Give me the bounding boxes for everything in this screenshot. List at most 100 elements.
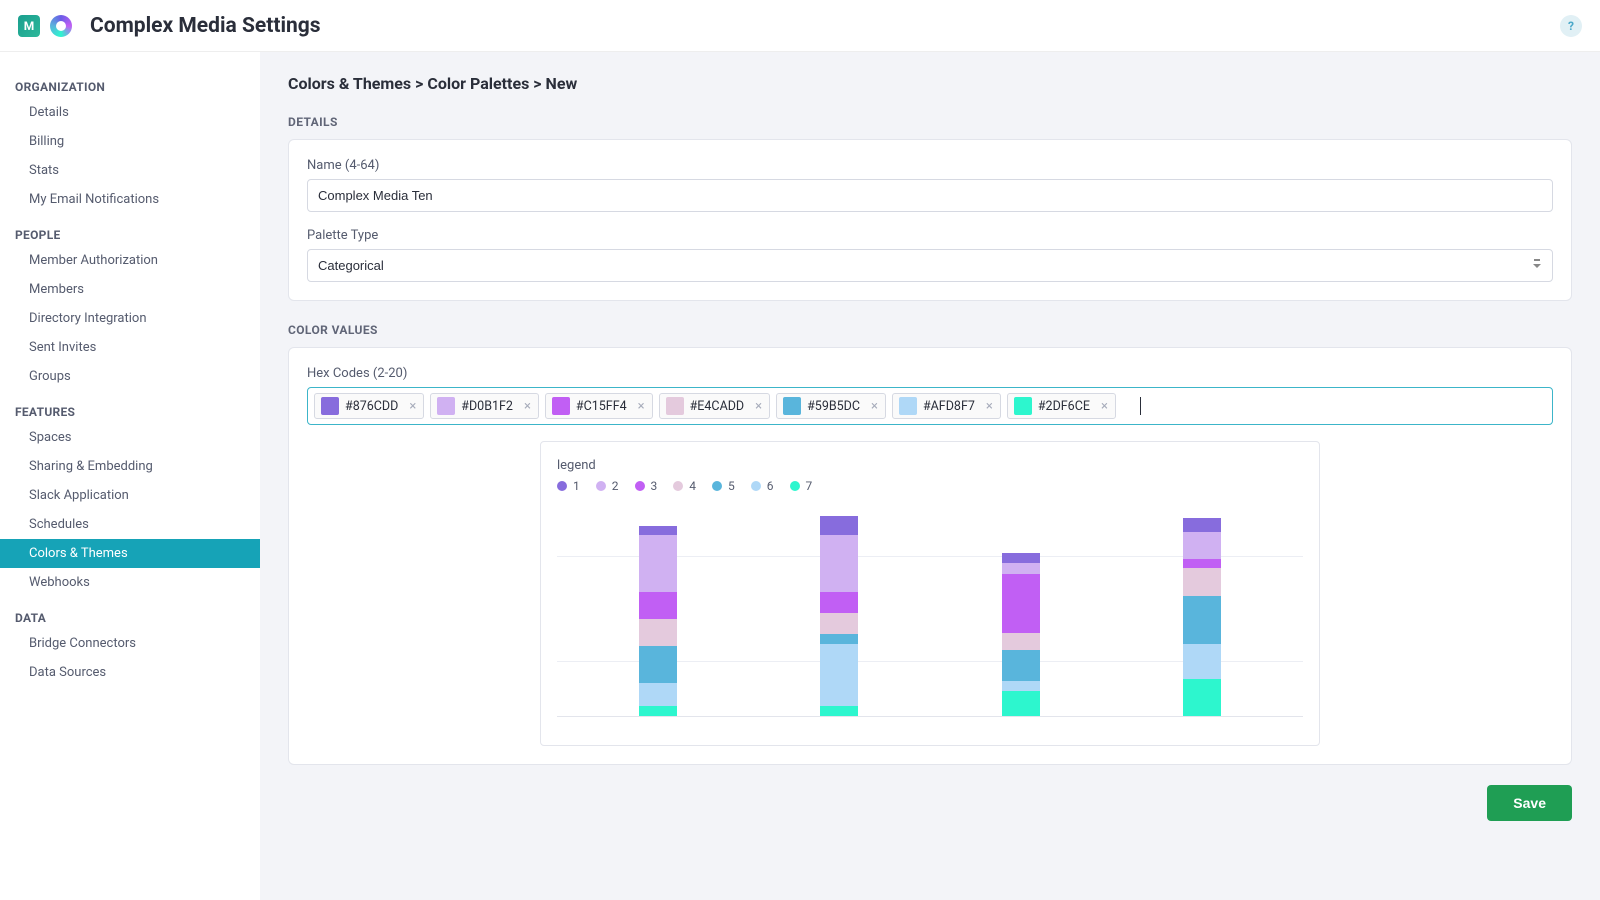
sidebar-item-slack-application[interactable]: Slack Application — [0, 481, 260, 510]
legend-item: 1 — [557, 479, 580, 493]
sidebar-heading-data: DATA — [0, 603, 260, 629]
hex-chip: #59B5DC× — [776, 393, 886, 419]
remove-chip-icon[interactable]: × — [631, 399, 652, 414]
details-card: Name (4-64) Palette Type — [288, 139, 1572, 301]
sidebar-item-member-authorization[interactable]: Member Authorization — [0, 246, 260, 275]
sidebar-item-colors-themes[interactable]: Colors & Themes — [0, 539, 260, 568]
breadcrumb-part-3: New — [546, 74, 578, 93]
chart-bar-segment — [1002, 650, 1040, 681]
swatch-icon — [321, 397, 339, 415]
legend-label: 6 — [767, 479, 774, 493]
sidebar-item-members[interactable]: Members — [0, 275, 260, 304]
legend-dot-icon — [635, 481, 645, 491]
hex-chip-label: #C15FF4 — [576, 399, 631, 414]
legend-item: 3 — [635, 479, 658, 493]
chart-bar-segment — [639, 706, 677, 716]
legend-dot-icon — [790, 481, 800, 491]
palette-type-select[interactable] — [307, 249, 1553, 282]
swatch-icon — [1014, 397, 1032, 415]
save-button[interactable]: Save — [1487, 785, 1572, 821]
chart-bar-segment — [820, 535, 858, 591]
sidebar-item-directory-integration[interactable]: Directory Integration — [0, 304, 260, 333]
breadcrumb-part-1[interactable]: Colors & Themes — [288, 74, 411, 93]
app-header: Complex Media Settings ? — [0, 0, 1600, 52]
swatch-icon — [437, 397, 455, 415]
legend-label: 5 — [728, 479, 735, 493]
sidebar-item-groups[interactable]: Groups — [0, 362, 260, 391]
chart-bars — [557, 507, 1303, 717]
chart-bar-segment — [1002, 633, 1040, 650]
chart-bar-segment — [1183, 518, 1221, 532]
swatch-icon — [552, 397, 570, 415]
hex-codes-label: Hex Codes (2-20) — [307, 366, 1553, 381]
sidebar-item-details[interactable]: Details — [0, 98, 260, 127]
hex-chip-label: #59B5DC — [807, 399, 864, 414]
chart-bar-segment — [639, 592, 677, 619]
legend-dot-icon — [712, 481, 722, 491]
legend-item: 4 — [673, 479, 696, 493]
chart-bar-segment — [820, 613, 858, 634]
chart-bar-segment — [639, 535, 677, 591]
hex-chip: #E4CADD× — [659, 393, 770, 419]
legend: 1 2 3 4 5 6 7 — [557, 479, 1303, 493]
sidebar-item-schedules[interactable]: Schedules — [0, 510, 260, 539]
sidebar: ORGANIZATION Details Billing Stats My Em… — [0, 52, 260, 900]
color-values-card: Hex Codes (2-20) #876CDD×#D0B1F2×#C15FF4… — [288, 347, 1572, 765]
app-logo-m-icon — [18, 15, 40, 37]
sidebar-item-email-notifications[interactable]: My Email Notifications — [0, 185, 260, 214]
page-title: Complex Media Settings — [90, 14, 321, 38]
chart-bar-segment — [1002, 681, 1040, 691]
help-icon[interactable]: ? — [1560, 15, 1582, 37]
remove-chip-icon[interactable]: × — [748, 399, 769, 414]
legend-title: legend — [557, 458, 1303, 473]
legend-label: 2 — [612, 479, 619, 493]
swatch-icon — [666, 397, 684, 415]
legend-label: 3 — [651, 479, 658, 493]
remove-chip-icon[interactable]: × — [1094, 399, 1115, 414]
app-logo-c-icon — [50, 15, 72, 37]
sidebar-item-bridge-connectors[interactable]: Bridge Connectors — [0, 629, 260, 658]
sidebar-item-webhooks[interactable]: Webhooks — [0, 568, 260, 597]
chart-bar-column — [1183, 518, 1221, 716]
sidebar-item-data-sources[interactable]: Data Sources — [0, 658, 260, 687]
chart-bar-segment — [1183, 568, 1221, 595]
chart-bar-segment — [639, 619, 677, 646]
chart-bar-segment — [1183, 679, 1221, 716]
chart-bar-segment — [1002, 553, 1040, 563]
legend-item: 7 — [790, 479, 813, 493]
sidebar-heading-organization: ORGANIZATION — [0, 72, 260, 98]
legend-label: 1 — [573, 479, 580, 493]
palette-preview-chart: legend 1 2 3 4 5 6 7 — [540, 441, 1320, 746]
hex-chip-label: #E4CADD — [690, 399, 749, 414]
sidebar-item-spaces[interactable]: Spaces — [0, 423, 260, 452]
remove-chip-icon[interactable]: × — [979, 399, 1000, 414]
legend-label: 7 — [806, 479, 813, 493]
header-logos — [18, 15, 72, 37]
name-input[interactable] — [307, 179, 1553, 212]
sidebar-item-sent-invites[interactable]: Sent Invites — [0, 333, 260, 362]
hex-chip: #AFD8F7× — [892, 393, 1001, 419]
chart-bar-segment — [1183, 559, 1221, 569]
chart-bar-segment — [639, 526, 677, 536]
remove-chip-icon[interactable]: × — [864, 399, 885, 414]
remove-chip-icon[interactable]: × — [517, 399, 538, 414]
hex-chip: #2DF6CE× — [1007, 393, 1116, 419]
section-label-details: DETAILS — [288, 115, 1572, 129]
sidebar-item-billing[interactable]: Billing — [0, 127, 260, 156]
chart-bar-segment — [1002, 563, 1040, 575]
chart-bar-segment — [639, 646, 677, 683]
chart-bar-column — [639, 526, 677, 716]
legend-dot-icon — [673, 481, 683, 491]
breadcrumb-part-2[interactable]: Color Palettes — [427, 74, 529, 93]
chart-bar-segment — [639, 683, 677, 706]
sidebar-item-sharing-embedding[interactable]: Sharing & Embedding — [0, 452, 260, 481]
legend-item: 5 — [712, 479, 735, 493]
text-cursor — [1140, 397, 1141, 415]
hex-chip-label: #AFD8F7 — [923, 399, 979, 414]
hex-codes-input[interactable]: #876CDD×#D0B1F2×#C15FF4×#E4CADD×#59B5DC×… — [307, 387, 1553, 425]
remove-chip-icon[interactable]: × — [402, 399, 423, 414]
hex-chip-label: #2DF6CE — [1038, 399, 1094, 414]
chart-bar-segment — [820, 706, 858, 716]
legend-dot-icon — [557, 481, 567, 491]
sidebar-item-stats[interactable]: Stats — [0, 156, 260, 185]
